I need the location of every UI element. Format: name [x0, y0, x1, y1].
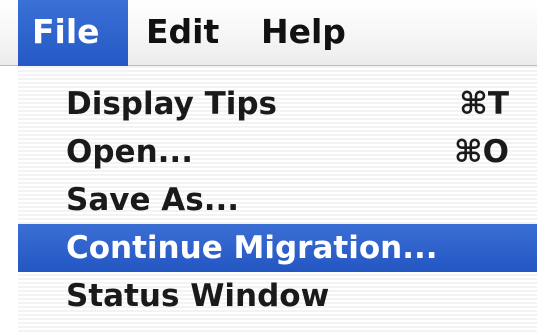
menu-item-label: Continue Migration...: [66, 230, 438, 266]
menu-item-label: Display Tips: [66, 86, 278, 122]
menu-item-label: Status Window: [66, 278, 330, 314]
menu-bar: File Edit Help: [0, 0, 537, 66]
file-menu-dropdown: Display Tips ⌘T Open... ⌘O Save As... Co…: [18, 66, 537, 333]
menu-item-open[interactable]: Open... ⌘O: [18, 128, 537, 176]
menu-item-label: Open...: [66, 134, 193, 170]
menu-item-shortcut: ⌘T: [459, 86, 509, 122]
menu-file[interactable]: File: [18, 0, 128, 66]
menu-item-save-as[interactable]: Save As...: [18, 176, 537, 224]
menu-item-label: Save As...: [66, 182, 240, 218]
menu-item-shortcut: ⌘O: [453, 134, 509, 170]
menu-help[interactable]: Help: [253, 0, 363, 66]
menu-item-display-tips[interactable]: Display Tips ⌘T: [18, 80, 537, 128]
menu-edit[interactable]: Edit: [138, 0, 238, 66]
menu-item-continue-migration[interactable]: Continue Migration...: [18, 224, 537, 272]
menu-item-status-window[interactable]: Status Window: [18, 272, 537, 320]
